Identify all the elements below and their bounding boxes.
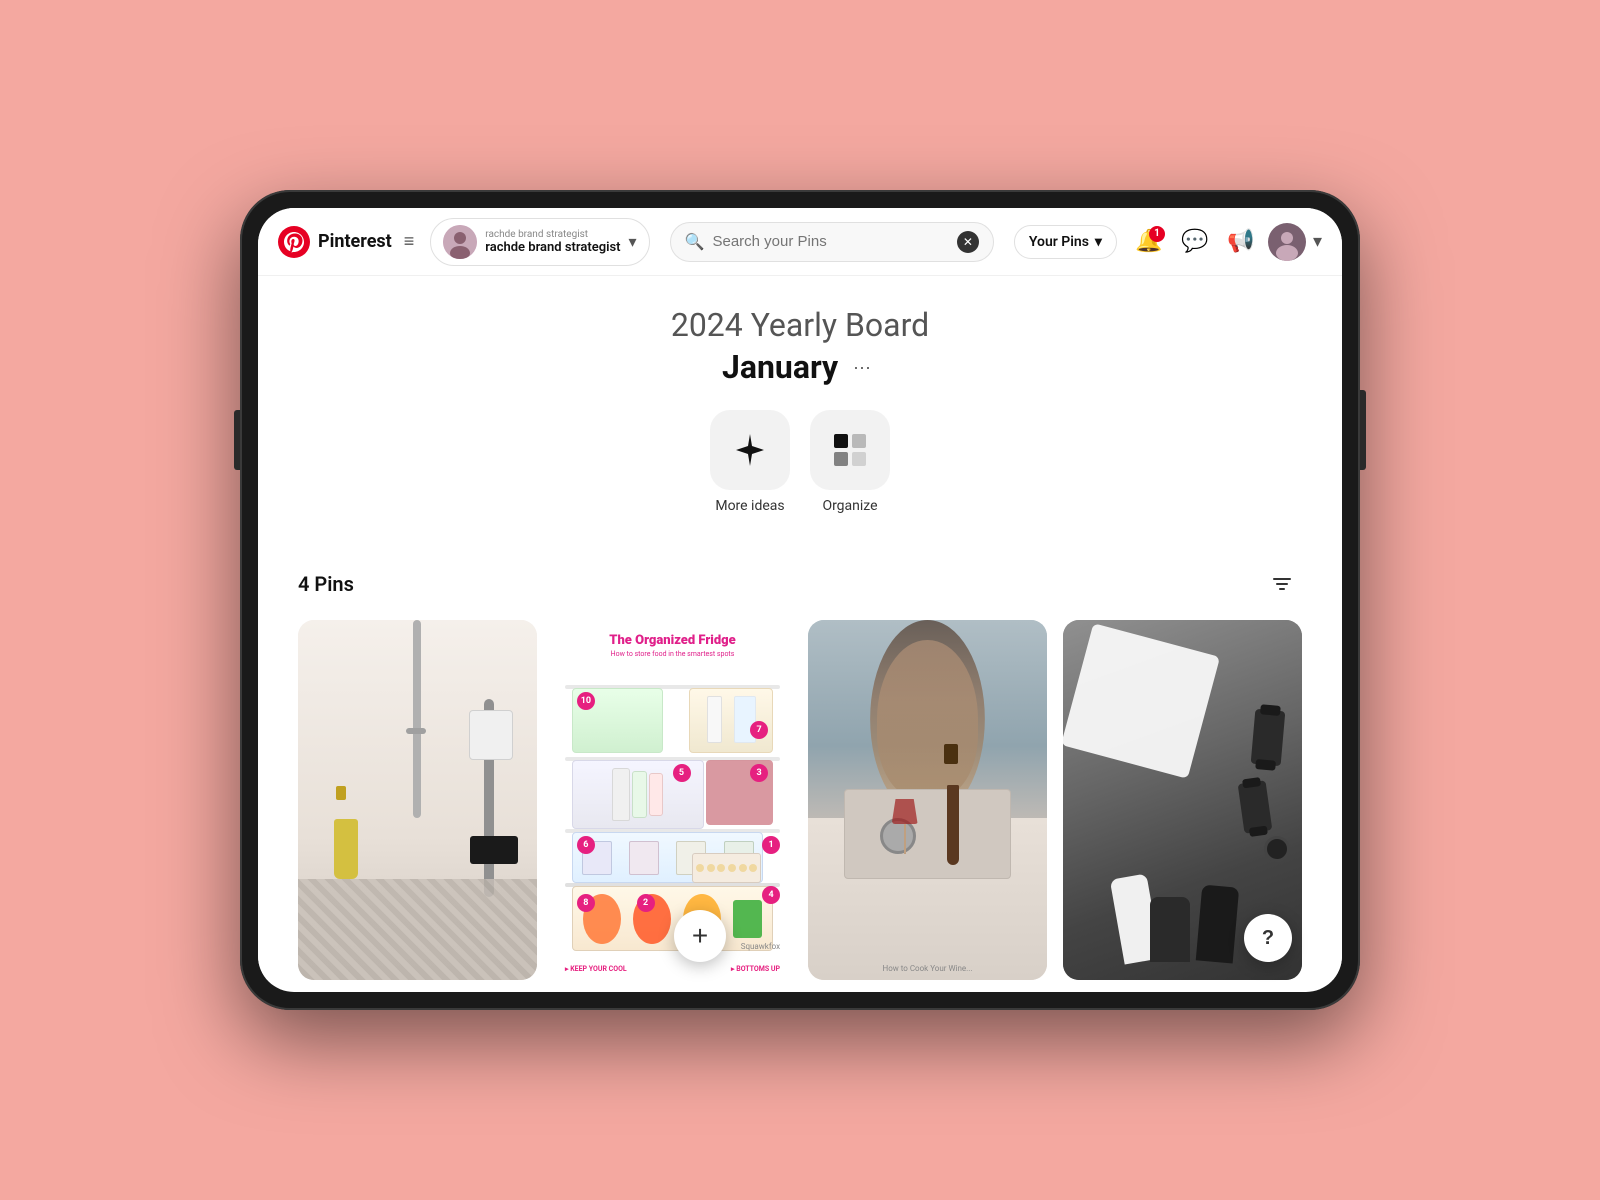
- fridge-num-5: 5: [673, 764, 691, 782]
- section-title-row: January ···: [298, 348, 1302, 386]
- account-selector[interactable]: rachde brand strategist rachde brand str…: [430, 218, 649, 266]
- action-buttons: More ideas Organize: [298, 410, 1302, 514]
- pinterest-logo-icon: [278, 226, 310, 258]
- filter-button[interactable]: [1262, 564, 1302, 604]
- filter-icon: [1270, 572, 1294, 596]
- fridge-num-10: 10: [577, 692, 595, 710]
- navbar-icons: 🔔 1 💬 📢 ▾: [1129, 222, 1322, 262]
- brand-name-label: Pinterest: [318, 231, 392, 252]
- fridge-num-3: 3: [750, 764, 768, 782]
- add-pin-button[interactable]: +: [674, 910, 726, 962]
- megaphone-icon: 📢: [1227, 229, 1254, 254]
- account-avatar-image: [443, 225, 477, 259]
- question-icon: ?: [1262, 927, 1274, 950]
- pins-grid: The Organized Fridge How to store food i…: [298, 620, 1302, 980]
- side-button-right: [1360, 390, 1366, 470]
- fridge-num-2: 2: [637, 894, 655, 912]
- organize-label: Organize: [822, 498, 877, 514]
- navbar: Pinterest ≡ rachde brand strategist rach…: [258, 208, 1342, 276]
- section-title: January: [722, 348, 838, 386]
- under-sink-image: [298, 620, 537, 980]
- help-button[interactable]: ?: [1244, 914, 1292, 962]
- search-input[interactable]: [712, 233, 948, 250]
- search-icon: 🔍: [685, 232, 705, 251]
- more-ideas-label: More ideas: [715, 498, 784, 514]
- plus-icon: +: [692, 920, 708, 952]
- pin-card-3[interactable]: How to Cook Your Wine...: [808, 620, 1047, 980]
- fridge-footer: ▸ KEEP YOUR COOL ▸ BOTTOMS UP: [565, 965, 780, 973]
- fridge-num-7: 7: [750, 721, 768, 739]
- account-chevron-icon: ▾: [629, 232, 637, 251]
- pin-card-3-inner: How to Cook Your Wine...: [808, 620, 1047, 980]
- messages-button[interactable]: 💬: [1175, 222, 1215, 262]
- announcements-button[interactable]: 📢: [1221, 222, 1261, 262]
- device-screen: Pinterest ≡ rachde brand strategist rach…: [258, 208, 1342, 992]
- bottoms-up-label: ▸ BOTTOMS UP: [731, 965, 780, 973]
- search-clear-button[interactable]: ✕: [957, 231, 979, 253]
- device-frame: Pinterest ≡ rachde brand strategist rach…: [240, 190, 1360, 1010]
- account-info: rachde brand strategist rachde brand str…: [485, 229, 620, 255]
- side-button-left: [234, 410, 240, 470]
- account-subtitle: rachde brand strategist: [485, 229, 620, 240]
- pins-count: 4 Pins: [298, 572, 354, 596]
- more-ideas-button[interactable]: More ideas: [710, 410, 790, 514]
- pin-card-2-inner: The Organized Fridge How to store food i…: [553, 620, 792, 980]
- fridge-num-1: 1: [762, 836, 780, 854]
- account-avatar: [443, 225, 477, 259]
- organize-button[interactable]: Organize: [810, 410, 890, 514]
- search-scope-label: Your Pins: [1029, 234, 1089, 250]
- cooking-image: How to Cook Your Wine...: [808, 620, 1047, 980]
- fridge-image: The Organized Fridge How to store food i…: [553, 620, 792, 980]
- pin-card-1-inner: [298, 620, 537, 980]
- user-avatar-image: [1268, 223, 1306, 261]
- organize-icon: [810, 410, 890, 490]
- pin-card-2[interactable]: The Organized Fridge How to store food i…: [553, 620, 792, 980]
- squawkfox-logo: Squawkfox: [741, 942, 780, 951]
- pins-section: 4 Pins: [258, 564, 1342, 980]
- more-options-button[interactable]: ···: [846, 351, 878, 383]
- more-chevron-icon[interactable]: ▾: [1313, 231, 1322, 252]
- ellipsis-icon: ···: [853, 357, 871, 378]
- main-content: 2024 Yearly Board January ··· More ideas: [258, 276, 1342, 564]
- hamburger-icon[interactable]: ≡: [404, 231, 415, 252]
- search-scope-selector[interactable]: Your Pins ▾: [1014, 225, 1117, 259]
- pin-card-1[interactable]: [298, 620, 537, 980]
- sparkle-icon: [710, 410, 790, 490]
- notifications-button[interactable]: 🔔 1: [1129, 222, 1169, 262]
- organize-svg: [830, 430, 870, 470]
- messages-icon: 💬: [1181, 229, 1208, 254]
- search-scope-chevron-icon: ▾: [1095, 234, 1102, 250]
- board-title: 2024 Yearly Board: [298, 306, 1302, 344]
- keep-cool-label: ▸ KEEP YOUR COOL: [565, 965, 627, 973]
- search-bar[interactable]: 🔍 ✕: [670, 222, 994, 262]
- sparkle-svg: [730, 430, 770, 470]
- notification-badge: 1: [1149, 226, 1165, 242]
- fridge-num-8: 8: [577, 894, 595, 912]
- pins-header: 4 Pins: [298, 564, 1302, 604]
- navbar-brand: Pinterest ≡: [278, 226, 414, 258]
- user-avatar-nav[interactable]: [1267, 222, 1307, 262]
- account-name: rachde brand strategist: [485, 240, 620, 255]
